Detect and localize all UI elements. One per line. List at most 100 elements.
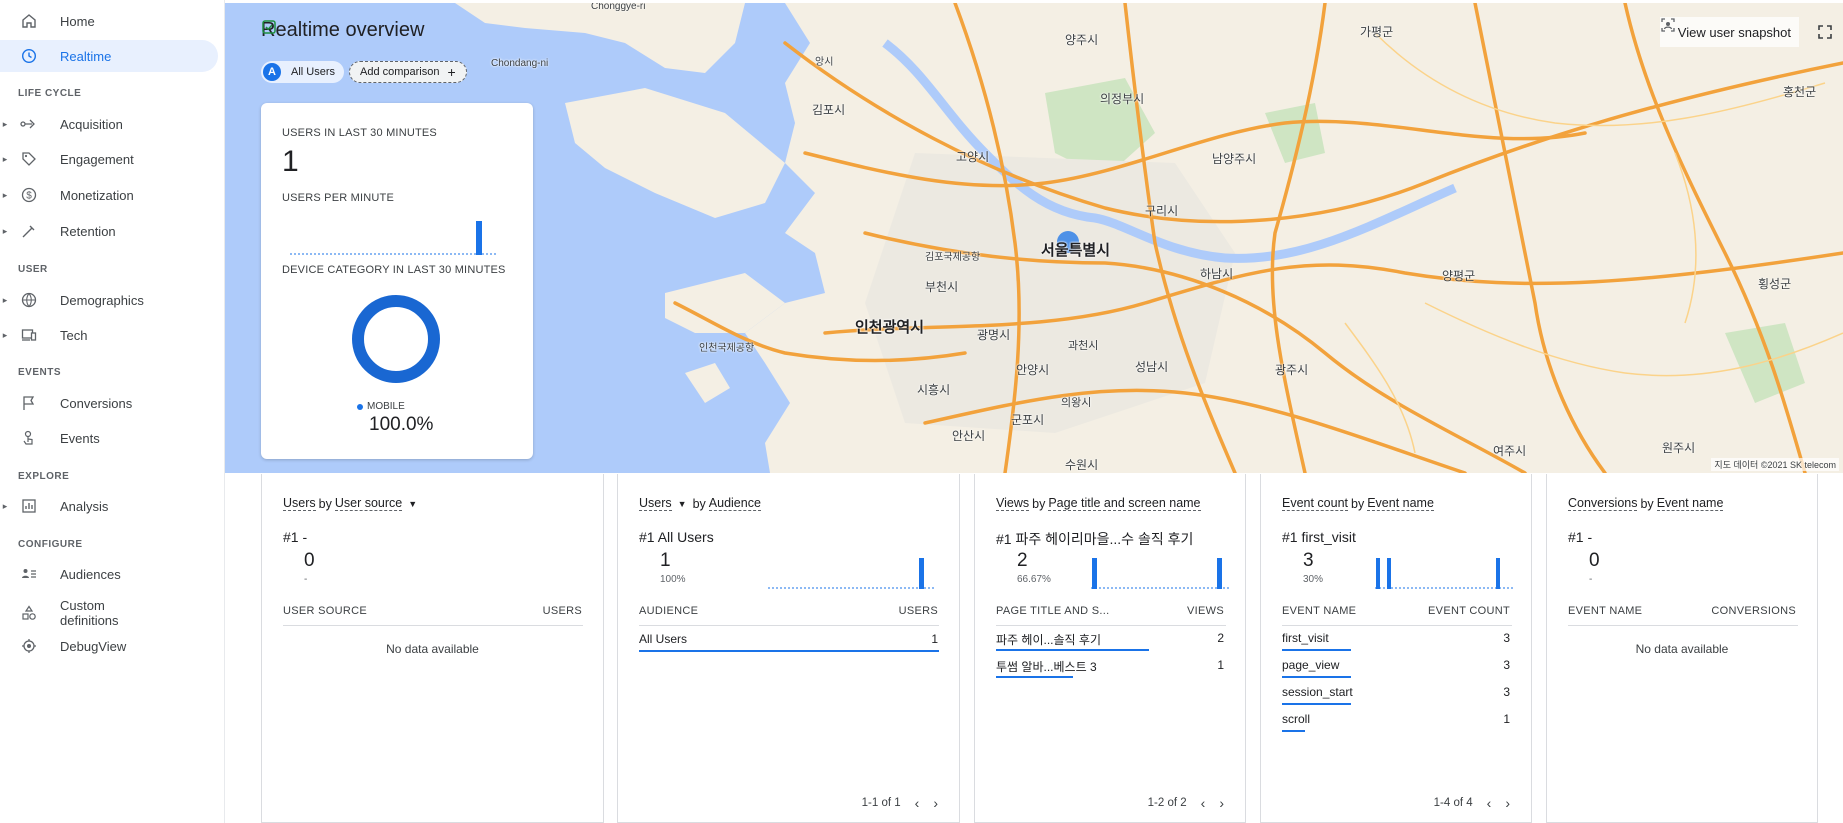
shapes-icon — [18, 604, 40, 622]
map-label-gwangju: 광주시 — [1275, 363, 1309, 377]
dropdown-arrow-icon: ▼ — [408, 498, 418, 509]
tag-icon — [18, 150, 40, 168]
sidebar-item-engagement[interactable]: ▸ Engagement — [0, 143, 218, 175]
analysis-icon — [18, 497, 40, 515]
sidebar-item-label: Monetization — [60, 187, 134, 203]
card-users-by-source: Users by User source ▼ #1 - 0 - USER SOU… — [261, 474, 604, 823]
chevron-left-icon[interactable]: ‹ — [1201, 795, 1206, 811]
sidebar-item-debugview[interactable]: DebugView — [0, 630, 218, 662]
chevron-left-icon[interactable]: ‹ — [915, 795, 920, 811]
device-category-label: DEVICE CATEGORY IN LAST 30 MINUTES — [282, 264, 506, 276]
sidebar-item-analysis[interactable]: ▸ Analysis — [0, 490, 218, 522]
map-label-incheon-airport: 인천국제공항 — [699, 343, 755, 354]
map-label-uijeongbu: 의정부시 — [1100, 92, 1145, 106]
users-per-minute-chart — [290, 221, 496, 255]
dollar-icon: $ — [18, 186, 40, 204]
table-row-label[interactable]: page_view — [1282, 658, 1339, 672]
caret-right-icon: ▸ — [2, 329, 8, 340]
sidebar-item-label: Analysis — [60, 498, 109, 514]
sidebar-item-acquisition[interactable]: ▸ Acquisition — [0, 108, 218, 140]
sidebar-item-label: DebugView — [60, 638, 127, 654]
table-row-bar — [996, 649, 1149, 651]
table-row-label[interactable]: All Users — [639, 632, 687, 646]
card-events-by-name: Event count by Event name #1 first_visit… — [1260, 474, 1532, 823]
chevron-right-icon[interactable]: › — [1219, 795, 1224, 811]
chevron-right-icon[interactable]: › — [933, 795, 938, 811]
table-row-label[interactable]: session_start — [1282, 685, 1353, 699]
card-views-by-page: Views by Page title and screen name #1 파… — [974, 474, 1246, 823]
sidebar-item-custom-definitions[interactable]: Custom definitions — [0, 593, 218, 633]
sidebar-item-label: Retention — [60, 223, 116, 239]
retention-icon — [18, 222, 40, 240]
table-row-label[interactable]: 파주 헤이...솔직 후기 — [996, 631, 1101, 648]
sidebar-item-label: Demographics — [60, 292, 144, 308]
bar — [1496, 558, 1500, 589]
card-title[interactable]: Views by Page title and screen name — [996, 496, 1201, 511]
card-title[interactable]: Users ▼ by Audience — [639, 496, 761, 511]
caret-right-icon: ▸ — [2, 118, 8, 129]
sidebar-item-tech[interactable]: ▸ Tech — [0, 319, 218, 351]
card-title[interactable]: Event count by Event name — [1282, 496, 1434, 511]
map-label-yangju: 양주시 — [1065, 33, 1099, 47]
map-label-siheung: 시흥시 — [917, 383, 951, 397]
sidebar-item-label: Tech — [60, 327, 88, 343]
card-top-rank: #1 - — [1568, 529, 1593, 545]
map-label-hongcheon: 홍천군 — [1783, 85, 1817, 99]
map-label-anyang: 안양시 — [1016, 363, 1050, 377]
bar — [476, 221, 482, 255]
caret-right-icon: ▸ — [2, 225, 8, 236]
map-label-gimpo-airport: 김포국제공항 — [925, 252, 981, 263]
view-user-snapshot-button[interactable]: View user snapshot — [1659, 17, 1799, 47]
table-row-label[interactable]: 투썸 알바...베스트 3 — [996, 658, 1097, 675]
chevron-left-icon[interactable]: ‹ — [1487, 795, 1492, 811]
card-users-by-audience: Users ▼ by Audience #1 All Users 1 100% … — [617, 474, 960, 823]
table-row-bar — [1282, 703, 1351, 705]
caret-right-icon: ▸ — [2, 500, 8, 511]
table-row-value: 3 — [1503, 685, 1510, 699]
sidebar-item-realtime[interactable]: Realtime — [0, 40, 218, 72]
pagination: 1-1 of 1 ‹ › — [861, 795, 938, 811]
acquisition-icon — [18, 115, 40, 133]
bar — [1387, 558, 1391, 589]
sidebar-item-monetization[interactable]: ▸ $ Monetization — [0, 179, 218, 211]
caret-right-icon: ▸ — [2, 294, 8, 305]
sidebar-item-audiences[interactable]: Audiences — [0, 558, 218, 590]
map-label-chonggye: Chonggye-ri — [591, 3, 646, 12]
table-row-label[interactable]: first_visit — [1282, 631, 1329, 645]
table-row-bar — [996, 676, 1073, 678]
map-label-namyangju: 남양주시 — [1212, 152, 1257, 166]
map-label-bucheon: 부천시 — [925, 280, 959, 294]
card-sparkline — [1375, 558, 1513, 589]
clock-icon — [18, 47, 40, 65]
comparison-chip-all-users[interactable]: A All Users — [261, 61, 345, 83]
map-label-chondang: Chondang-ni — [491, 58, 549, 69]
card-top-rank: #1 파주 헤이리마을...수 솔직 후기 — [996, 531, 1194, 547]
sidebar-item-home[interactable]: Home — [0, 5, 218, 37]
users-30min-label: USERS IN LAST 30 MINUTES — [282, 127, 437, 139]
chevron-right-icon[interactable]: › — [1505, 795, 1510, 811]
audiences-icon — [18, 565, 40, 583]
donut-slice-mobile — [352, 295, 440, 383]
sidebar-item-label: Conversions — [60, 395, 133, 411]
col-header-metric: VIEWS — [1187, 605, 1224, 617]
sidebar-item-events[interactable]: Events — [0, 422, 218, 454]
table-row-label[interactable]: scroll — [1282, 712, 1310, 726]
map-label-gunpo: 군포시 — [1011, 413, 1045, 427]
sidebar-item-retention[interactable]: ▸ Retention — [0, 215, 218, 247]
dropdown-arrow-icon: ▼ — [677, 498, 687, 509]
map-label-yeoju: 여주시 — [1493, 444, 1527, 458]
divider — [1282, 625, 1512, 626]
add-comparison-button[interactable]: Add comparison + — [349, 61, 467, 83]
donut-legend: MOBILE — [357, 401, 405, 412]
table-row-bar — [639, 650, 939, 652]
sidebar-item-label: Custom definitions — [60, 598, 119, 628]
sidebar-item-demographics[interactable]: ▸ Demographics — [0, 284, 218, 316]
sidebar: Home Realtime LIFE CYCLE ▸ Acquisition ▸… — [0, 0, 225, 823]
map-label-yangpyeong: 양평군 — [1442, 269, 1476, 283]
device-donut-chart — [352, 295, 440, 383]
card-title[interactable]: Conversions by Event name — [1568, 496, 1724, 511]
donut-legend-value: 100.0% — [369, 414, 434, 435]
sidebar-item-conversions[interactable]: Conversions — [0, 387, 218, 419]
card-title[interactable]: Users by User source ▼ — [283, 496, 417, 511]
plus-icon: + — [447, 64, 456, 80]
